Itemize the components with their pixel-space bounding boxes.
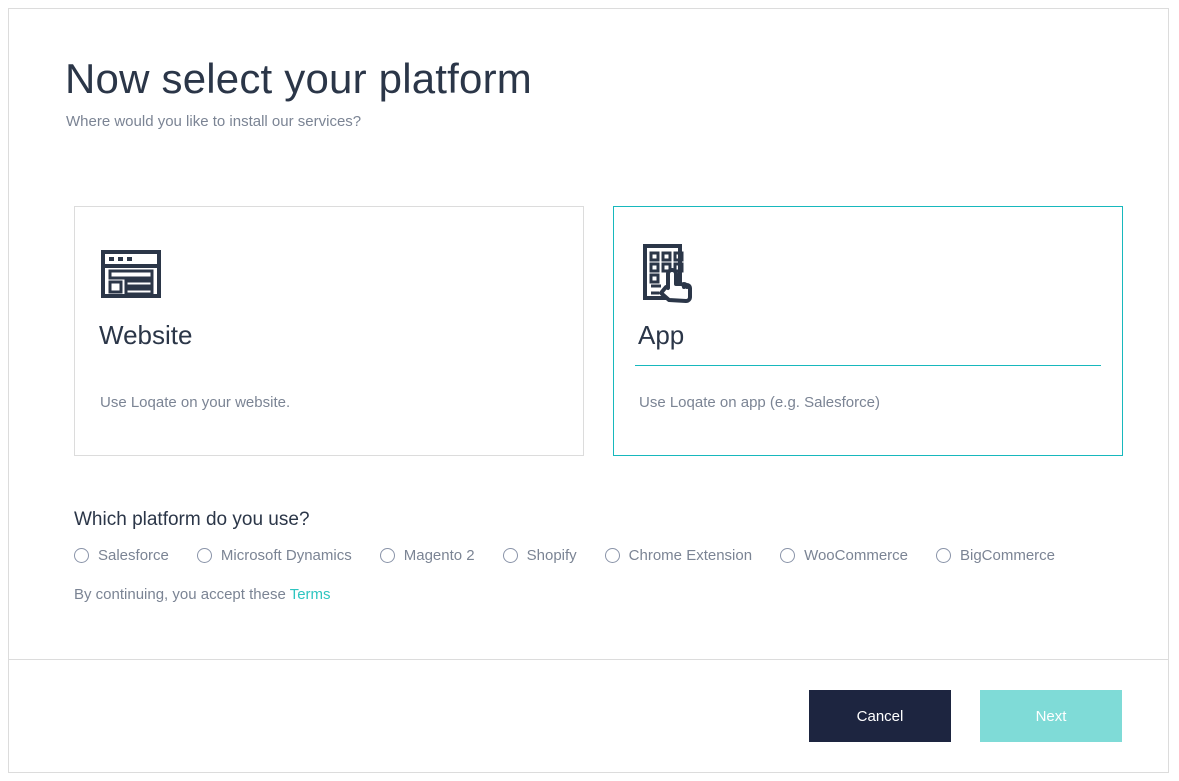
radio-label: Magento 2 — [404, 547, 475, 564]
cancel-button[interactable]: Cancel — [809, 690, 951, 742]
card-website-title: Website — [99, 320, 192, 351]
platform-type-cards: Website Use Loqate on your website. — [74, 206, 1123, 456]
terms-link[interactable]: Terms — [290, 586, 331, 603]
terms-notice: By continuing, you accept these Terms — [74, 586, 1112, 603]
platform-radio-group: Salesforce Microsoft Dynamics Magento 2 … — [74, 547, 1112, 564]
radio-circle-icon[interactable] — [936, 548, 951, 563]
browser-window-icon — [99, 242, 163, 306]
radio-circle-icon[interactable] — [780, 548, 795, 563]
radio-option-woocommerce[interactable]: WooCommerce — [780, 547, 908, 564]
panel-body: Now select your platform Where would you… — [9, 9, 1168, 659]
radio-circle-icon[interactable] — [74, 548, 89, 563]
radio-circle-icon[interactable] — [605, 548, 620, 563]
next-button[interactable]: Next — [980, 690, 1122, 742]
radio-label: BigCommerce — [960, 547, 1055, 564]
card-app[interactable]: App Use Loqate on app (e.g. Salesforce) — [613, 206, 1123, 456]
page-subtitle: Where would you like to install our serv… — [66, 113, 1112, 130]
radio-option-magento-2[interactable]: Magento 2 — [380, 547, 475, 564]
platform-question: Which platform do you use? — [74, 509, 1112, 531]
radio-circle-icon[interactable] — [380, 548, 395, 563]
radio-option-microsoft-dynamics[interactable]: Microsoft Dynamics — [197, 547, 352, 564]
radio-label: Shopify — [527, 547, 577, 564]
card-app-description: Use Loqate on app (e.g. Salesforce) — [639, 394, 880, 411]
radio-option-chrome-extension[interactable]: Chrome Extension — [605, 547, 752, 564]
radio-circle-icon[interactable] — [197, 548, 212, 563]
radio-option-shopify[interactable]: Shopify — [503, 547, 577, 564]
radio-option-bigcommerce[interactable]: BigCommerce — [936, 547, 1055, 564]
radio-label: WooCommerce — [804, 547, 908, 564]
card-app-selected-rule — [635, 365, 1101, 366]
radio-label: Microsoft Dynamics — [221, 547, 352, 564]
radio-circle-icon[interactable] — [503, 548, 518, 563]
panel-footer: Cancel Next — [9, 659, 1168, 772]
platform-selection-block: Which platform do you use? Salesforce Mi… — [74, 509, 1112, 603]
keypad-hand-icon — [638, 242, 702, 306]
card-app-title: App — [638, 320, 684, 351]
page-title: Now select your platform — [65, 57, 1112, 101]
card-website-description: Use Loqate on your website. — [100, 394, 290, 411]
radio-label: Chrome Extension — [629, 547, 752, 564]
wizard-panel: Now select your platform Where would you… — [8, 8, 1169, 773]
card-website[interactable]: Website Use Loqate on your website. — [74, 206, 584, 456]
terms-notice-text: By continuing, you accept these — [74, 586, 286, 603]
radio-option-salesforce[interactable]: Salesforce — [74, 547, 169, 564]
radio-label: Salesforce — [98, 547, 169, 564]
